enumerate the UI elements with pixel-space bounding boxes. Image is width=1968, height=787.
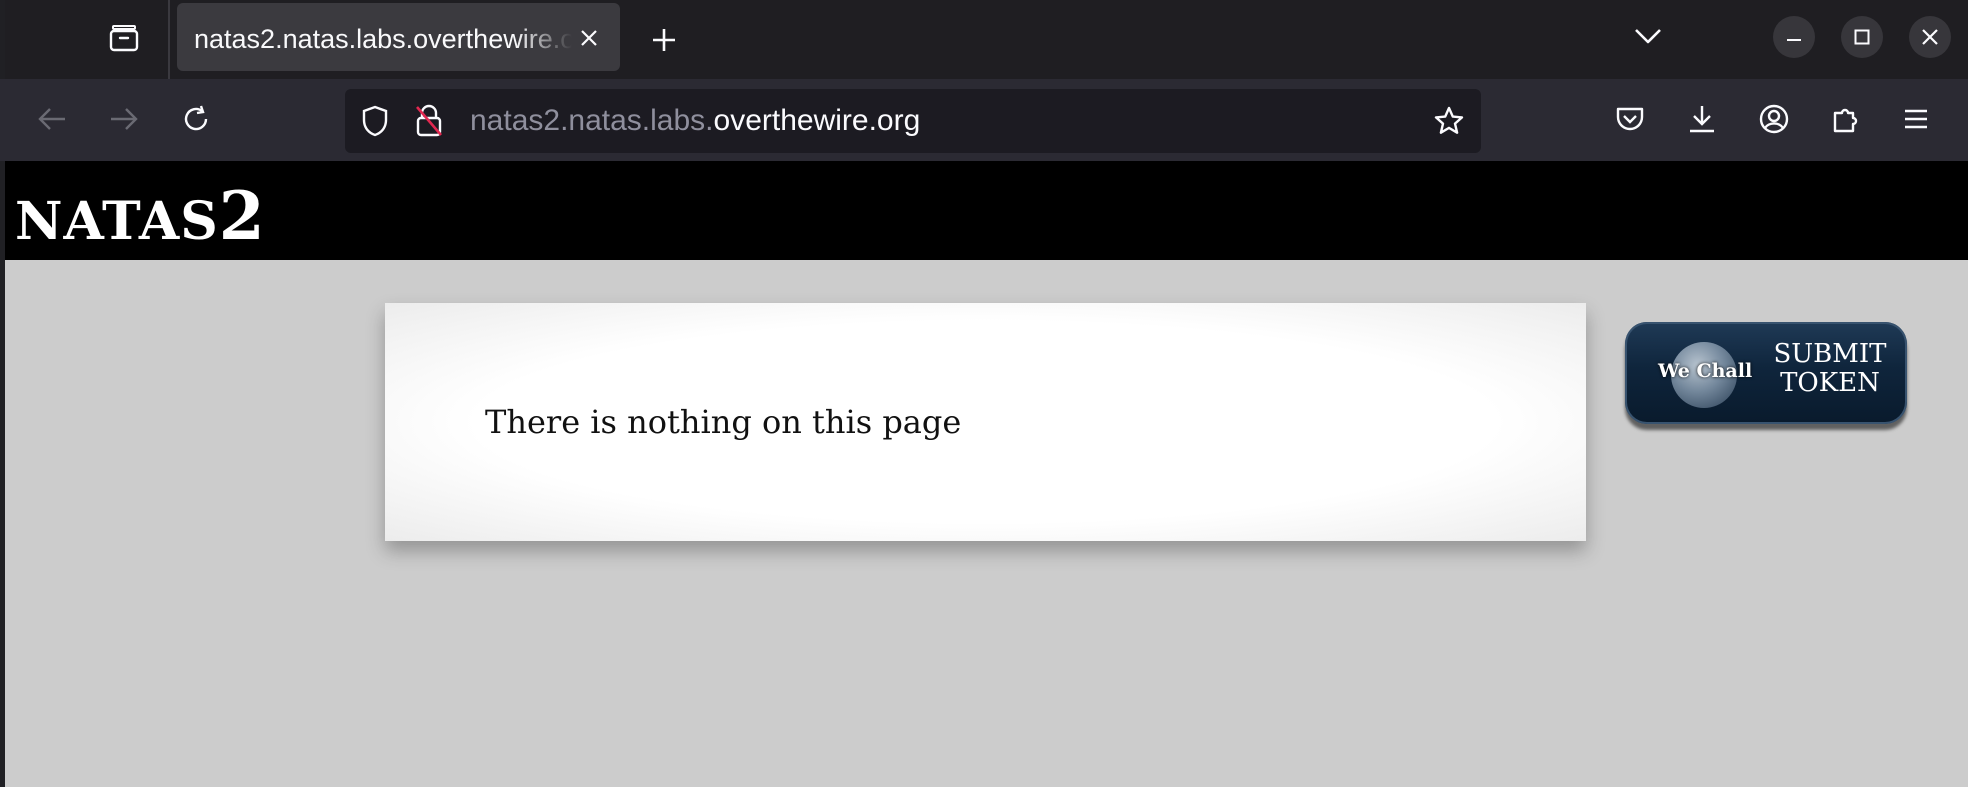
close-icon — [1922, 29, 1938, 45]
web-page: NATAS2 There is nothing on this page We … — [5, 161, 1968, 787]
insecure-lock-icon — [416, 104, 442, 137]
tab-overview-icon — [109, 25, 139, 52]
tab-overview-button[interactable] — [96, 12, 152, 64]
pocket-icon — [1616, 107, 1644, 131]
plus-icon — [653, 29, 675, 51]
puzzle-icon — [1833, 108, 1858, 133]
close-window-button[interactable] — [1909, 16, 1951, 58]
account-icon — [1759, 104, 1789, 134]
site-title-level: 2 — [218, 177, 266, 255]
page-header: NATAS2 — [5, 161, 1968, 260]
account-button[interactable] — [1752, 97, 1796, 141]
maximize-icon — [1854, 29, 1870, 45]
arrow-right-icon — [111, 108, 138, 130]
list-all-tabs-button[interactable] — [1626, 18, 1670, 54]
token-label: TOKEN — [1780, 368, 1880, 398]
tracking-protection-button[interactable] — [353, 99, 397, 143]
page-message: There is nothing on this page — [485, 403, 962, 441]
url-bar[interactable]: natas2.natas.labs.overthewire.org — [345, 89, 1481, 153]
new-tab-button[interactable] — [642, 18, 686, 62]
site-title-name: NATAS — [15, 191, 219, 252]
close-icon — [581, 30, 597, 46]
submit-label: SUBMIT — [1773, 339, 1887, 369]
tab-close-button[interactable] — [572, 21, 606, 55]
navigation-toolbar: natas2.natas.labs.overthewire.org — [0, 79, 1968, 161]
site-title: NATAS2 — [15, 177, 266, 255]
url-domain: overthewire.org — [713, 104, 921, 137]
reload-icon — [184, 105, 208, 131]
application-menu-button[interactable] — [1894, 97, 1938, 141]
bookmark-button[interactable] — [1427, 99, 1471, 143]
content-box: There is nothing on this page — [385, 303, 1586, 541]
submit-token-label: SUBMIT TOKEN — [1765, 340, 1895, 398]
chevron-down-icon — [1635, 29, 1661, 44]
back-button[interactable] — [30, 97, 74, 141]
tab-title: natas2.natas.labs.overthewire.org — [194, 24, 572, 54]
url-subdomain: natas2.natas.labs. — [470, 104, 714, 137]
maximize-button[interactable] — [1841, 16, 1883, 58]
downloads-button[interactable] — [1680, 97, 1724, 141]
tab-bar: natas2.natas.labs.overthewire.org — [0, 0, 1968, 787]
url-text[interactable]: natas2.natas.labs.overthewire.org — [470, 103, 920, 139]
hamburger-menu-icon — [1905, 109, 1927, 129]
tab-active[interactable]: natas2.natas.labs.overthewire.org — [177, 3, 620, 71]
extensions-button[interactable] — [1824, 97, 1868, 141]
arrow-left-icon — [38, 108, 65, 130]
star-icon — [1434, 106, 1464, 134]
minimize-button[interactable] — [1773, 16, 1815, 58]
reload-button[interactable] — [174, 97, 218, 141]
wechall-logo-text: We Chall — [1658, 360, 1753, 382]
download-icon — [1690, 106, 1714, 133]
tab-separator — [168, 0, 170, 79]
minimize-icon — [1787, 39, 1801, 41]
pocket-button[interactable] — [1608, 97, 1652, 141]
site-security-button[interactable] — [407, 99, 451, 143]
shield-icon — [362, 105, 388, 137]
wechall-submit-token-button[interactable]: We Chall SUBMIT TOKEN — [1625, 322, 1907, 424]
forward-button[interactable] — [102, 97, 146, 141]
